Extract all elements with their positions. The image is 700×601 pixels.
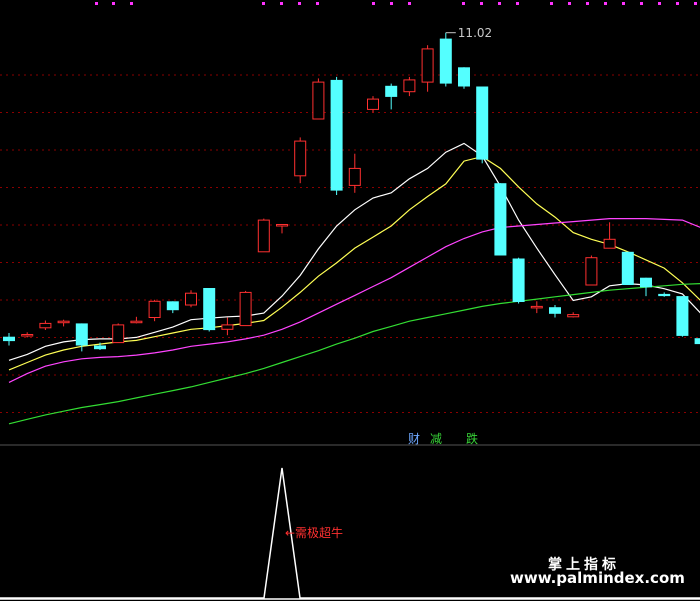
top-dot: [372, 2, 375, 5]
signal-annotation: ←需极超牛: [285, 526, 344, 540]
top-dot: [408, 2, 411, 5]
candle-body-up: [403, 79, 416, 93]
top-dot: [568, 2, 571, 5]
tag-die: 跌: [466, 432, 479, 446]
top-dot: [550, 2, 553, 5]
candle-body-up: [257, 219, 270, 253]
top-dot: [480, 2, 483, 5]
candlesticks: [3, 32, 700, 352]
candle-body-up: [585, 257, 598, 286]
top-dot: [640, 2, 643, 5]
candle-body-up: [603, 238, 616, 249]
top-dot: [498, 2, 501, 5]
candle-body-up: [421, 48, 434, 83]
candle-body-up: [221, 324, 234, 330]
tag-cai: 财: [408, 432, 421, 446]
candle-body-up: [239, 291, 252, 327]
candle-body-down: [3, 336, 15, 342]
candle-body-up: [530, 305, 543, 309]
candle-body-down: [512, 258, 525, 302]
top-dot: [622, 2, 625, 5]
candle-body-down: [476, 86, 489, 160]
top-dot: [112, 2, 115, 5]
top-dot: [390, 2, 393, 5]
candle-body-up: [57, 320, 70, 324]
max-price-label: 11.02: [457, 25, 493, 40]
grid-lines: [0, 74, 700, 413]
top-dot: [130, 2, 133, 5]
top-dot: [298, 2, 301, 5]
candle-body-up: [21, 334, 34, 337]
moving-average-line: [8, 283, 700, 425]
top-dot: [262, 2, 265, 5]
candle-body-down: [166, 301, 179, 311]
candle-body-down: [621, 251, 634, 285]
candle-body-up: [294, 140, 307, 177]
top-marker-dots: [95, 2, 697, 5]
candle-body-up: [185, 292, 197, 306]
top-dot: [586, 2, 589, 5]
top-dot: [694, 2, 697, 5]
top-dot: [676, 2, 679, 5]
candle-body-down: [694, 338, 700, 345]
candle-body-down: [658, 293, 671, 297]
candle-body-up: [39, 322, 52, 329]
price-chart: [0, 2, 700, 600]
top-dot: [604, 2, 607, 5]
top-dot: [95, 2, 98, 5]
candle-body-down: [94, 345, 106, 350]
candle-body-up: [312, 81, 325, 120]
candle-body-up: [567, 314, 580, 318]
top-dot: [280, 2, 283, 5]
top-dot: [462, 2, 465, 5]
candle-body-down: [75, 323, 88, 346]
candle-body-down: [676, 296, 689, 336]
watermark-url: www.palmindex.com: [510, 569, 685, 587]
candle-body-up: [348, 167, 361, 186]
candle-body-up: [276, 224, 288, 227]
candle-body-up: [367, 98, 379, 110]
candle-body-up: [130, 320, 143, 324]
tag-jian: 减: [430, 432, 443, 446]
top-dot: [516, 2, 519, 5]
candle-body-down: [640, 277, 652, 288]
candle-body-down: [458, 67, 470, 87]
top-dot: [316, 2, 319, 5]
candle-body-down: [330, 79, 343, 191]
candle-body-down: [494, 183, 507, 256]
top-dot: [658, 2, 661, 5]
candle-body-up: [112, 324, 125, 344]
candle-body-down: [549, 307, 561, 314]
candle-body-down: [203, 288, 216, 331]
candle-body-down: [385, 85, 398, 97]
candle-body-up: [148, 300, 161, 318]
candle-body-down: [439, 38, 452, 84]
